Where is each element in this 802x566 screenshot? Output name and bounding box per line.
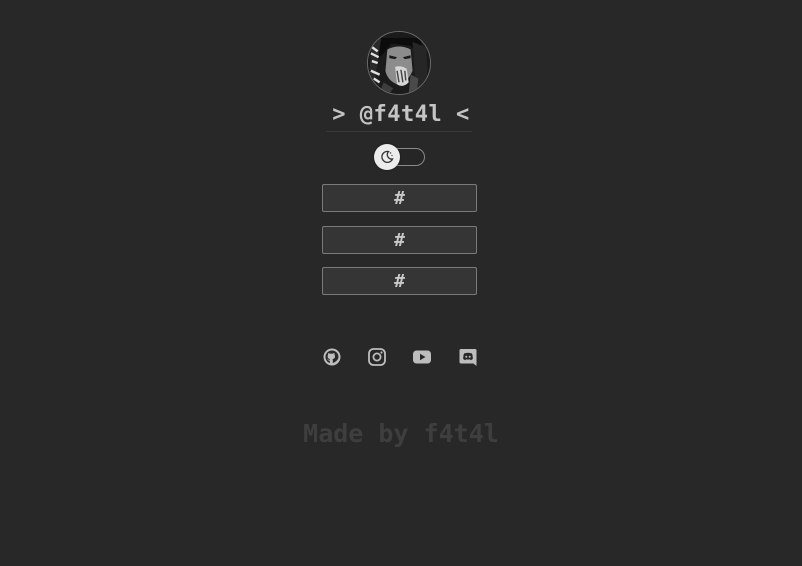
link-button-3[interactable]: # [322,267,477,295]
toggle-knob[interactable] [374,144,400,170]
moon-icon [381,150,394,163]
link-button-2[interactable]: # [322,226,477,254]
page: > @f4t4l < # # # Made by f4t4l [0,0,802,566]
github-icon [323,348,341,366]
avatar-image [368,32,430,94]
link-button-1[interactable]: # [322,184,477,212]
instagram-icon [368,348,386,366]
discord-link[interactable] [458,347,478,367]
youtube-link[interactable] [412,347,432,367]
divider [326,131,472,132]
instagram-link[interactable] [367,347,387,367]
avatar [367,31,431,95]
social-links [322,347,482,367]
discord-icon [459,349,477,366]
github-link[interactable] [322,347,342,367]
footer-credit: Made by f4t4l [303,419,499,448]
username-heading: > @f4t4l < [332,102,470,127]
youtube-icon [413,350,431,364]
theme-toggle[interactable] [374,144,426,170]
